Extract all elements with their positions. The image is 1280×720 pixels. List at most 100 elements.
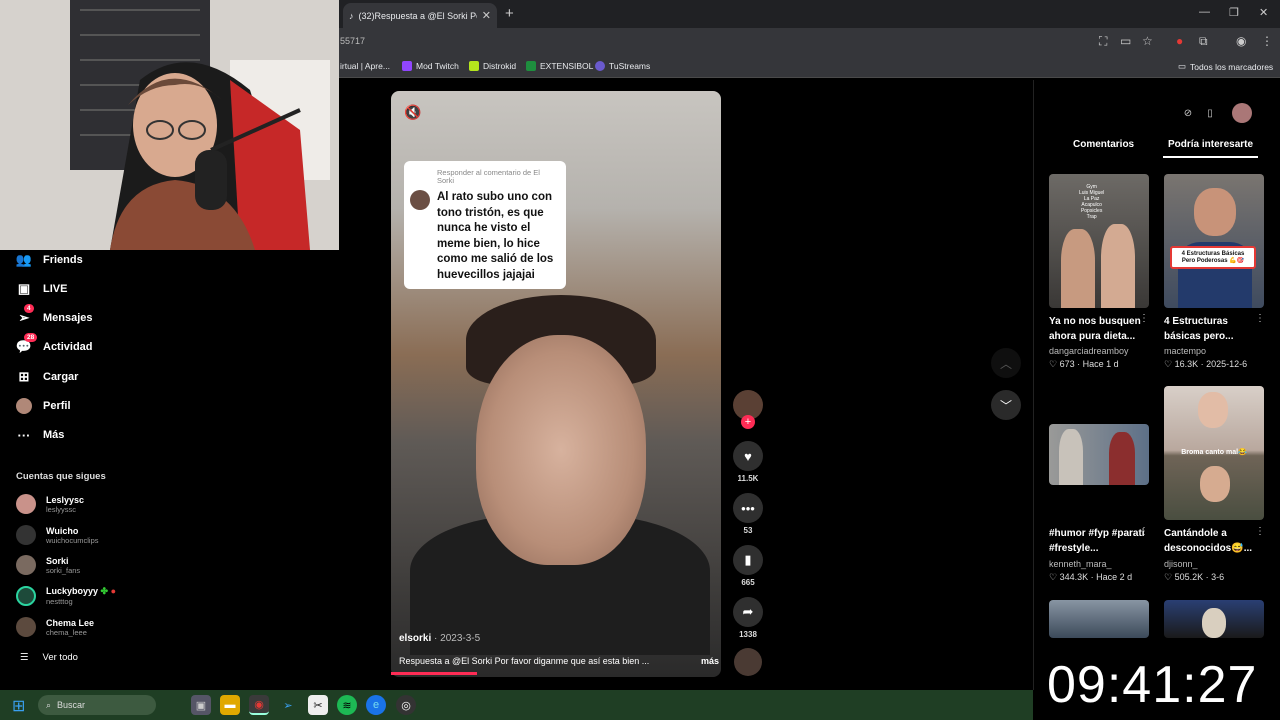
save-button[interactable]: ▮ 665 [733, 545, 763, 587]
explore-icon[interactable]: ⊘ [1178, 103, 1198, 123]
following-account[interactable]: Chema Lee chema_leee [16, 617, 94, 637]
reply-header: Responder al comentario de El Sorki [437, 168, 540, 185]
music-disc[interactable] [734, 648, 762, 676]
translate-icon[interactable]: ⛶ [1099, 34, 1107, 49]
more-options-icon[interactable]: ⋮ [1255, 313, 1265, 324]
video-stats: ♡ 16.3K · 2025-12-6 [1164, 359, 1248, 369]
phone-icon[interactable]: ▯ [1200, 103, 1220, 123]
chrome-icon[interactable]: ◉ [249, 695, 269, 715]
close-tab-icon[interactable]: ✕ [482, 9, 491, 22]
capcut-icon[interactable]: ✂ [308, 695, 328, 715]
spotify-icon[interactable]: ≋ [337, 695, 357, 715]
bookmark-item[interactable]: Distrokid [469, 61, 516, 71]
video-progress-bar[interactable] [391, 672, 477, 675]
taskbar-search[interactable]: ⌕ Buscar [38, 695, 156, 715]
tiktok-icon: ♪ [349, 10, 354, 21]
list-icon: ☰ [20, 652, 29, 663]
twitch-icon [402, 61, 412, 71]
more-link[interactable]: más [701, 656, 719, 666]
following-account[interactable]: Luckyboyyy ✤ ● nestttog [16, 586, 116, 606]
close-window-icon[interactable]: ✕ [1259, 6, 1268, 19]
more-options-icon[interactable]: ⋮ [1139, 313, 1149, 324]
telegram-icon[interactable]: ➢ [278, 695, 298, 715]
tab-comments[interactable]: Comentarios [1073, 139, 1134, 150]
video-user[interactable]: dangarciadreamboy [1049, 346, 1129, 356]
video-user[interactable]: kenneth_mara_ [1049, 559, 1112, 569]
sidebar-item-live[interactable]: ▣ LIVE [16, 281, 68, 297]
following-title: Cuentas que sigues [16, 471, 106, 482]
video-thumbnail[interactable] [1049, 600, 1149, 638]
see-all-link[interactable]: ☰ Ver todo [20, 652, 78, 663]
video-caption: Respuesta a @El Sorki Por favor diganme … [399, 656, 719, 666]
clock-overlay: 09:41:27 [1047, 656, 1258, 714]
follow-plus-icon[interactable]: + [741, 415, 755, 429]
all-bookmarks[interactable]: ▭ Todos los marcadores [1178, 61, 1273, 72]
extensions-puzzle-icon[interactable]: ⧉ [1199, 34, 1208, 49]
share-button[interactable]: ➦ 1338 [733, 597, 763, 639]
video-subject-face [476, 335, 646, 565]
video-user[interactable]: djisonn_ [1164, 559, 1198, 569]
more-options-icon[interactable]: ⋮ [1255, 526, 1265, 537]
sidebar-item-friends[interactable]: 👥 Friends [16, 252, 83, 268]
clover-icon: ✤ [100, 586, 109, 596]
activity-icon: 💬 28 [16, 333, 38, 355]
comment-button[interactable]: ••• 53 [733, 493, 763, 535]
bookmark-item[interactable]: irtual | Apre... [340, 61, 390, 71]
tab-recommended[interactable]: Podría interesarte [1168, 139, 1253, 150]
video-stats: ♡ 673 · Hace 1 d [1049, 359, 1119, 369]
browser-tab[interactable]: ♪ (32)Respuesta a @El Sorki Por f ✕ [343, 3, 497, 28]
video-thumbnail[interactable]: Broma canto mal😂 [1164, 386, 1264, 520]
menu-dots-icon[interactable]: ⋮ [1261, 34, 1273, 48]
video-user[interactable]: mactempo [1164, 346, 1206, 356]
bookmark-star-icon[interactable]: ☆ [1142, 34, 1153, 48]
obs-icon[interactable]: ◎ [396, 695, 416, 715]
upload-icon: ⊞ [18, 369, 30, 384]
sidebar-item-activity[interactable]: 💬 28 Actividad [16, 333, 93, 355]
sheets-icon [526, 61, 536, 71]
bookmark-item[interactable]: Mod Twitch [402, 61, 459, 71]
video-author[interactable]: elsorki · 2023-3-5 [399, 633, 480, 644]
restore-icon[interactable]: ❐ [1229, 6, 1239, 19]
url-field[interactable]: 55717 [340, 36, 365, 46]
reply-avatar [410, 190, 430, 210]
minimize-icon[interactable]: — [1199, 6, 1210, 18]
bookmark-item[interactable]: EXTENSIBOL [526, 61, 593, 71]
profile-avatar-icon[interactable]: ◉ [1236, 34, 1246, 48]
cast-icon[interactable]: ▭ [1120, 34, 1131, 48]
previous-video-button[interactable]: ︿ [991, 348, 1021, 378]
extension-icon[interactable]: ● [1176, 34, 1183, 48]
search-icon: ⌕ [46, 699, 52, 710]
bookmark-item[interactable]: TuStreams [595, 61, 650, 71]
drop-icon: ● [110, 586, 117, 596]
following-account[interactable]: Wuicho wuichocumclips [16, 525, 99, 545]
sidebar-item-messages[interactable]: ➢ 4 Mensajes [16, 304, 93, 326]
next-video-button[interactable]: ﹀ [991, 390, 1021, 420]
video-thumbnail[interactable] [1164, 600, 1264, 638]
following-account[interactable]: Sorki sorki_fans [16, 555, 80, 575]
video-title[interactable]: #humor #fyp #parati #frestyle... [1049, 526, 1147, 556]
video-thumbnail[interactable]: Gym Luis Miguel La Paz Acapulco Popsicle… [1049, 174, 1149, 308]
profile-icon [16, 398, 32, 414]
file-explorer-icon[interactable]: ▬ [220, 695, 240, 715]
video-thumbnail[interactable]: 4 Estructuras Básicas Pero Poderosas 💪🎯 [1164, 174, 1264, 308]
edge-icon[interactable]: e [366, 695, 386, 715]
video-thumbnail[interactable] [1049, 424, 1149, 485]
following-account[interactable]: Leslyysc leslyyssc [16, 494, 84, 514]
like-button[interactable]: ♥ 11.5K [733, 441, 763, 483]
mute-icon[interactable]: 🔇 [404, 104, 421, 121]
video-title[interactable]: 4 Estructuras básicas pero... [1164, 314, 1262, 344]
video-title[interactable]: Cantándole a desconocidos😅... [1164, 526, 1262, 556]
video-title[interactable]: Ya no nos busquen ahora pura dieta... [1049, 314, 1147, 344]
reply-comment-bubble: Responder al comentario de El Sorki Al r… [404, 161, 566, 289]
windows-start-icon[interactable]: ⊞ [12, 696, 25, 716]
new-tab-button[interactable]: + [505, 5, 514, 22]
sidebar-item-profile[interactable]: Perfil [16, 398, 71, 414]
more-icon: ··· [17, 427, 31, 443]
user-avatar[interactable] [1232, 103, 1252, 123]
more-options-icon[interactable]: ⋮ [1139, 526, 1149, 537]
task-view-icon[interactable]: ▣ [191, 695, 211, 715]
sidebar-item-more[interactable]: ··· Más [16, 427, 65, 443]
comment-icon: ••• [733, 493, 763, 523]
right-panel [1033, 80, 1280, 690]
sidebar-item-upload[interactable]: ⊞ Cargar [16, 369, 79, 385]
